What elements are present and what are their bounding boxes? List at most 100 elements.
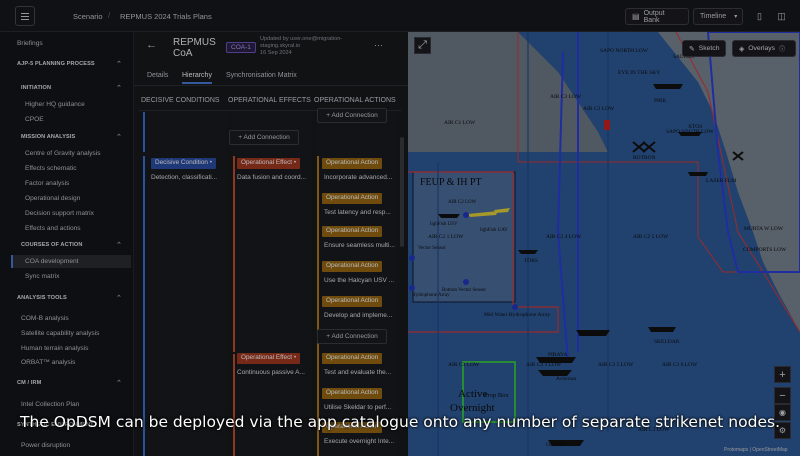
column-header-effects: OPERATIONAL EFFECTS [228,97,311,104]
sidebar-item-decision-support[interactable]: Decision support matrix [0,207,134,220]
sidebar-item-label: Effects and actions [25,225,81,232]
sidebar-item-effects-schematic[interactable]: Effects schematic [0,162,134,175]
sidebar-section-analysis-tools[interactable]: ANALYSIS TOOLS ⌃ [0,291,134,304]
operational-effect-text[interactable]: Continuous passive A... [237,369,305,376]
sidebar-item-label: Satellite capability analysis [21,330,100,337]
sidebar-item-label: Effects schematic [25,165,77,172]
operational-action-text[interactable]: Execute overnight Inte... [324,438,394,445]
map-label: LASER FLM [706,178,737,184]
map-label: ORION [546,442,564,448]
overlays-button[interactable]: ◈ Overlays ⓘ [732,40,796,57]
operational-action-tag: Operational Action [322,388,383,399]
tab-hierarchy[interactable]: Hierarchy [182,72,212,84]
chevron-up-icon: ⌃ [116,84,122,92]
fullscreen-icon[interactable]: ⤢ [414,37,431,54]
sidebar-subsection-coa[interactable]: COURSES OF ACTION ⌃ [0,238,134,251]
column-header-decisive: DECISIVE CONDITIONS [141,97,220,104]
sketch-button[interactable]: ✎ Sketch [682,40,727,57]
sidebar-item-label: Sync matrix [25,273,60,280]
add-connection-button[interactable]: + Add Connection [317,329,387,344]
breadcrumb-scenario[interactable]: Scenario [73,12,103,21]
output-bank-icon: ▤ [632,12,640,21]
operational-action-text[interactable]: Develop and impleme... [324,312,392,319]
sidebar-item-sync-matrix[interactable]: Sync matrix [0,270,134,283]
sidebar-item-operational-design[interactable]: Operational design [0,192,134,205]
sidebar-item-label: COM-B analysis [21,315,69,322]
vessel-icon [518,250,538,254]
add-connection-button[interactable]: + Add Connection [317,108,387,123]
bookmark-icon[interactable]: ▯ [751,8,768,25]
tab-synchronisation-matrix[interactable]: Synchronisation Matrix [226,72,297,79]
timeline-button[interactable]: Timeline ▾ [693,8,743,25]
dashboard-icon[interactable]: ◫ [773,8,790,25]
tab-details[interactable]: Details [147,72,168,79]
sidebar-item-higher-hq[interactable]: Higher HQ guidance [0,98,134,111]
sidebar-section-cm-irm[interactable]: CM / IRM ⌃ [0,376,134,389]
sidebar-section-ajp5[interactable]: AJP-5 PLANNING PROCESS ⌃ [0,57,134,70]
operational-action-text[interactable]: Test and evaluate the... [324,369,391,376]
sidebar-item-briefings[interactable]: Briefings [0,37,134,50]
map-view[interactable]: SAPO NORTH LOW EYE IN THE SKY SALTIES AI… [408,32,800,456]
sensor-icon [463,212,469,218]
decisive-condition-tag: Decisive Condition • [151,158,216,169]
zoom-out-button[interactable]: − [774,387,791,404]
map-attribution: Protomaps | OpenStreetMap [724,447,788,453]
output-bank-button[interactable]: ▤ Output Bank [625,8,689,25]
updated-by-line1: Updated by user.one@migration- [260,36,343,42]
operational-action-tag: Operational Action [322,226,383,237]
breadcrumb-current: REPMUS 2024 Trials Plans [120,12,212,21]
add-connection-button[interactable]: + Add Connection [229,130,299,145]
map-label: AIR C1 LOW [444,120,476,126]
panel-scrollbar[interactable] [400,137,404,247]
map-label: AIR C3 LOW [550,94,582,100]
sidebar-item-cog[interactable]: Centre of Gravity analysis [0,147,134,160]
operational-action-text[interactable]: Ensure seamless multi... [324,242,395,249]
sidebar-item-human-terrain[interactable]: Human terrain analysis [0,342,134,355]
more-options-icon[interactable]: ··· [374,40,383,50]
map-label: XTOS [688,124,703,130]
sidebar-item-comb[interactable]: COM-B analysis [0,312,134,325]
map-label: lighFish UAV [480,228,508,233]
top-bar: Scenario / REPMUS 2024 Trials Plans ▤ Ou… [0,0,800,32]
operational-action-text[interactable]: Use the Halcyan USV ... [324,277,394,284]
operational-action-tag: Operational Action [322,353,383,364]
sidebar-item-satellite[interactable]: Satellite capability analysis [0,327,134,340]
sidebar-item-factor-analysis[interactable]: Factor analysis [0,177,134,190]
sidebar-subsection-initiation[interactable]: INITIATION ⌃ [0,81,134,94]
operational-action-text[interactable]: Test latency and resp... [324,209,391,216]
sidebar-item-label: Operational design [25,195,81,202]
map-label: AIR C3 LOW [583,106,615,112]
decisive-condition-text[interactable]: Detection, classificati... [151,174,217,181]
chevron-up-icon: ⌃ [116,294,122,302]
operational-action-text[interactable]: Utilise Skeldar to perf... [324,404,391,411]
sidebar-section-label: AJP-5 PLANNING PROCESS [17,60,95,67]
map-label: AIR C2 4 LOW [546,234,582,240]
sidebar-item-effects-actions[interactable]: Effects and actions [0,222,134,235]
sidebar-item-intel-collection[interactable]: Intel Collection Plan [0,398,134,411]
sketch-icon: ✎ [689,45,695,53]
back-arrow-icon[interactable]: ← [146,39,157,51]
chevron-up-icon: ⌃ [116,133,122,141]
sidebar-subsection-mission-analysis[interactable]: MISSION ANALYSIS ⌃ [0,130,134,143]
attribution-osm[interactable]: OpenStreetMap [752,447,787,453]
sidebar-item-label: CPOE [25,116,44,123]
sidebar-item-cpoe[interactable]: CPOE [0,113,134,126]
sidebar-item-label: Power disruption [21,442,71,449]
sidebar-item-orbat[interactable]: ORBAT™ analysis [0,356,134,369]
menu-button[interactable] [15,6,35,26]
map-label: AIR C3 5 LOW [598,362,634,368]
tag-label: Decisive Condition [155,159,208,166]
zoom-in-button[interactable]: + [774,366,791,383]
coa-title-line2: CoA [173,48,193,59]
operational-effect-text[interactable]: Data fusion and coord... [237,174,306,181]
operational-action-text[interactable]: Incorporate advanced... [324,174,392,181]
sidebar-section-label: MISSION ANALYSIS [21,133,76,140]
sidebar-item-label: Decision support matrix [25,210,94,217]
attribution-protomaps[interactable]: Protomaps [724,447,748,453]
map-label: MURTA W LOW [744,226,784,232]
sidebar-item-coa-development[interactable]: COA development [11,255,131,268]
action-connector-line [317,156,319,456]
sidebar-item-power-disruption[interactable]: Power disruption [0,439,134,452]
updated-date: 16 Sep 2024 [260,50,292,56]
column-header-actions: OPERATIONAL ACTIONS [314,97,396,104]
